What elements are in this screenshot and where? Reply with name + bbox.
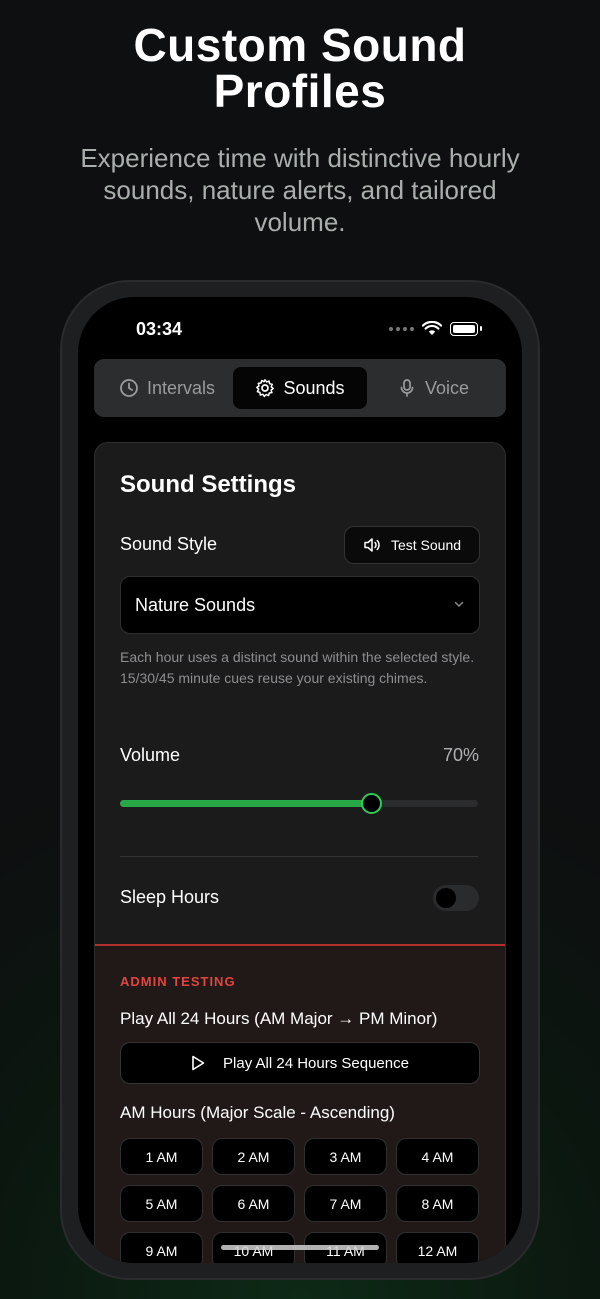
battery-tip (480, 326, 482, 331)
hero-title-line-1: Custom Sound (133, 19, 467, 71)
sound-style-label: Sound Style (120, 534, 218, 554)
hero-title: Custom Sound Profiles (0, 22, 600, 114)
microphone-icon (400, 379, 414, 397)
test-sound-label: Test Sound (390, 537, 462, 553)
status-time: 03:34 (136, 319, 183, 339)
battery-icon (450, 321, 478, 336)
tab-intervals[interactable]: Intervals (102, 367, 232, 409)
volume-slider[interactable] (120, 793, 478, 814)
tab-bar: Intervals Sounds Voice (94, 359, 506, 417)
tab-voice-label: Voice (424, 377, 470, 398)
sleep-hours-label: Sleep Hours (120, 887, 220, 907)
sound-style-select[interactable]: Nature Sounds (120, 576, 480, 634)
play-all-sequence-label: Play All 24 Hours Sequence (223, 1054, 409, 1072)
wifi-icon (422, 321, 442, 335)
volume-label: Volume (120, 745, 181, 765)
hour-button[interactable]: 7 AM (304, 1185, 387, 1222)
volume-slider-thumb[interactable] (360, 793, 382, 814)
hour-button[interactable]: 1 AM (120, 1138, 203, 1175)
sound-style-hint: Each hour uses a distinct sound within t… (120, 649, 475, 686)
signal-icon (389, 326, 414, 331)
hour-button[interactable]: 12 AM (396, 1232, 479, 1263)
tab-voice[interactable]: Voice (368, 367, 498, 409)
sound-settings-card: Sound Settings Sound Style Test Sound Na… (94, 442, 506, 1263)
test-sound-button[interactable]: Test Sound (344, 526, 480, 564)
admin-testing-section: ADMIN TESTING Play All 24 Hours (AM Majo… (95, 944, 505, 1263)
volume-value: 70% (442, 745, 479, 765)
am-hours-title: AM Hours (Major Scale - Ascending) (120, 1103, 395, 1122)
hour-button[interactable]: 2 AM (212, 1138, 295, 1175)
tab-sounds[interactable]: Sounds (233, 367, 367, 409)
card-title: Sound Settings (120, 471, 296, 498)
tab-sounds-label: Sounds (283, 377, 345, 398)
volume-slider-fill (120, 800, 371, 807)
phone-screen: 03:34 Intervals Sounds Voice Sound Setti… (78, 297, 522, 1263)
hour-button[interactable]: 9 AM (120, 1232, 203, 1263)
divider (120, 856, 478, 857)
home-indicator (221, 1245, 379, 1250)
hour-button[interactable]: 3 AM (304, 1138, 387, 1175)
sound-style-value: Nature Sounds (135, 595, 256, 615)
status-icons (389, 321, 482, 336)
sleep-hours-toggle[interactable] (433, 885, 479, 911)
hour-button[interactable]: 6 AM (212, 1185, 295, 1222)
hero-title-line-2: Profiles (213, 65, 387, 117)
tab-intervals-label: Intervals (146, 377, 216, 398)
hour-button[interactable]: 8 AM (396, 1185, 479, 1222)
chevron-down-icon (453, 597, 465, 613)
hero-subtitle: Experience time with distinctive hourly … (80, 143, 520, 237)
play-all-title: Play All 24 Hours (AM Major → PM Minor) (120, 1009, 438, 1028)
clock-icon (120, 379, 138, 397)
toggle-knob (436, 888, 456, 908)
play-icon (192, 1055, 205, 1071)
admin-testing-label: ADMIN TESTING (120, 974, 236, 989)
speaker-icon (364, 538, 380, 552)
play-all-sequence-button[interactable]: Play All 24 Hours Sequence (120, 1042, 480, 1084)
hour-button[interactable]: 4 AM (396, 1138, 479, 1175)
hour-button[interactable]: 5 AM (120, 1185, 203, 1222)
gear-icon (256, 379, 275, 398)
